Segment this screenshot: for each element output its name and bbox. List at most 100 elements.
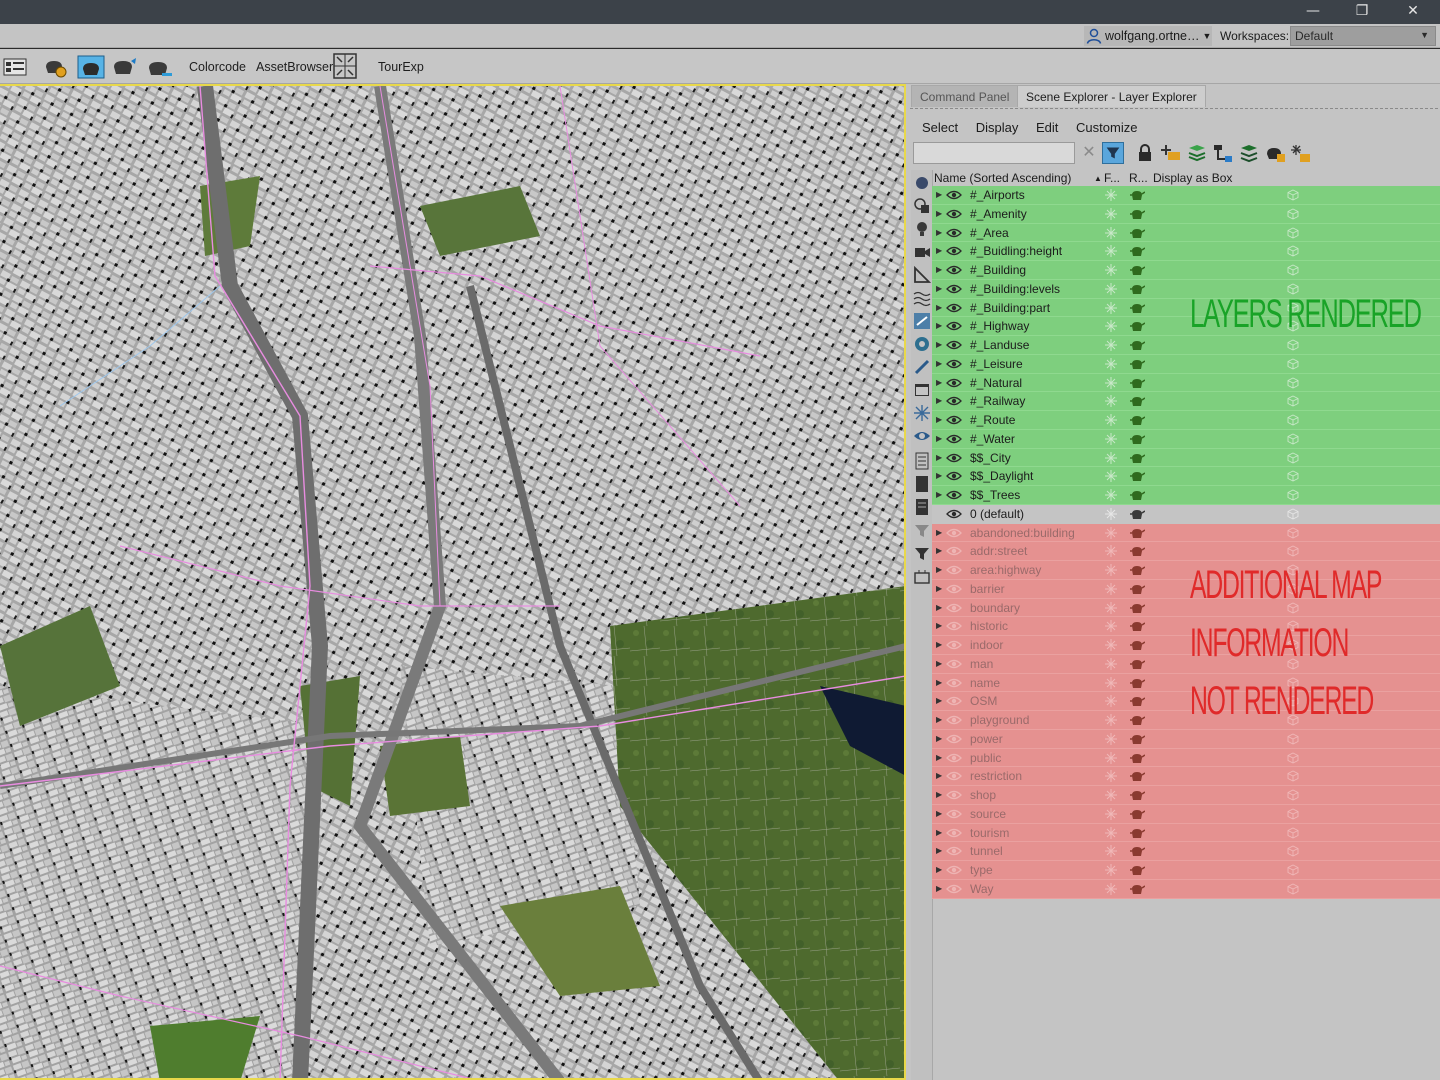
freeze-snowflake-icon[interactable]	[1105, 357, 1117, 370]
renderable-teapot-icon[interactable]	[1129, 789, 1145, 801]
render-production-icon[interactable]	[111, 53, 139, 81]
renderable-teapot-icon[interactable]	[1129, 433, 1145, 445]
column-name[interactable]: Name (Sorted Ascending)	[934, 171, 1071, 185]
grid-arrows-icon[interactable]	[333, 53, 357, 79]
visibility-eye-icon[interactable]	[946, 883, 962, 895]
layer-row[interactable]: ▶ #_Water	[932, 429, 1440, 449]
menu-display[interactable]: Display	[976, 120, 1019, 135]
freeze-snowflake-icon[interactable]	[1105, 226, 1117, 239]
freeze-snowflake-icon[interactable]	[1105, 526, 1117, 539]
expand-arrow-icon[interactable]: ▶	[936, 584, 942, 593]
freeze-snowflake-icon[interactable]	[1105, 620, 1117, 633]
expand-arrow-icon[interactable]: ▶	[936, 809, 942, 818]
display-box-icon[interactable]	[1287, 433, 1299, 445]
expand-arrow-icon[interactable]: ▶	[936, 659, 942, 668]
layer-manager-icon[interactable]	[2, 53, 30, 81]
freeze-snowflake-icon[interactable]	[1105, 826, 1117, 839]
expand-arrow-icon[interactable]: ▶	[936, 303, 942, 312]
visibility-eye-icon[interactable]	[946, 227, 962, 239]
containers-filter-icon[interactable]	[913, 381, 931, 399]
expand-arrow-icon[interactable]: ▶	[936, 453, 942, 462]
layer-row[interactable]: ▶ restriction	[932, 767, 1440, 786]
renderable-teapot-icon[interactable]	[1129, 302, 1145, 314]
layer-row[interactable]: ▶ source	[932, 804, 1440, 824]
lock-icon[interactable]	[1134, 142, 1156, 164]
display-box-icon[interactable]	[1287, 245, 1299, 257]
renderable-teapot-icon[interactable]	[1129, 733, 1145, 745]
visibility-eye-icon[interactable]	[946, 470, 962, 482]
display-box-icon[interactable]	[1287, 883, 1299, 895]
frozen-filter-icon[interactable]	[913, 404, 931, 422]
visibility-eye-icon[interactable]	[946, 452, 962, 464]
freeze-snowflake-icon[interactable]	[1105, 882, 1117, 895]
expand-arrow-icon[interactable]: ▶	[936, 546, 942, 555]
expand-arrow-icon[interactable]: ▶	[936, 228, 942, 237]
renderable-teapot-icon[interactable]	[1129, 677, 1145, 689]
visibility-eye-icon[interactable]	[946, 564, 962, 576]
display-box-icon[interactable]	[1287, 358, 1299, 370]
renderable-teapot-icon[interactable]	[1129, 752, 1145, 764]
layer-row[interactable]: ▶ #_Landuse	[932, 336, 1440, 355]
freeze-snowflake-icon[interactable]	[1105, 432, 1117, 445]
renderable-teapot-icon[interactable]	[1129, 508, 1145, 520]
expand-arrow-icon[interactable]: ▶	[936, 415, 942, 424]
renderable-teapot-icon[interactable]	[1129, 189, 1145, 201]
layer-row[interactable]: ▶ power	[932, 729, 1440, 749]
freeze-snowflake-icon[interactable]	[1105, 320, 1117, 333]
freeze-snowflake-icon[interactable]	[1105, 507, 1117, 520]
expand-arrow-icon[interactable]: ▶	[936, 790, 942, 799]
display-box-icon[interactable]	[1287, 826, 1299, 839]
display-box-icon[interactable]	[1287, 508, 1299, 520]
display-box-icon[interactable]	[1287, 264, 1299, 276]
funnel-icon[interactable]	[913, 545, 931, 563]
layer-row[interactable]: ▶ #_Buidling:height	[932, 242, 1440, 261]
renderable-teapot-icon[interactable]	[1129, 358, 1145, 370]
display-box-icon[interactable]	[1287, 864, 1299, 876]
renderable-teapot-icon[interactable]	[1129, 245, 1145, 257]
expand-arrow-icon[interactable]: ▶	[936, 209, 942, 218]
freeze-snowflake-icon[interactable]	[1105, 282, 1117, 295]
display-box-icon[interactable]	[1287, 845, 1299, 857]
visibility-eye-icon[interactable]	[946, 358, 962, 370]
expand-arrow-icon[interactable]: ▶	[936, 846, 942, 855]
layer-row[interactable]: 0 (default)	[932, 504, 1440, 524]
layer-row[interactable]: ▶ man	[932, 654, 1440, 674]
visibility-eye-icon[interactable]	[946, 545, 962, 557]
renderable-teapot-icon[interactable]	[1129, 695, 1145, 707]
expand-arrow-icon[interactable]: ▶	[936, 284, 942, 293]
freeze-snowflake-icon[interactable]	[1105, 657, 1117, 670]
visibility-eye-icon[interactable]	[946, 620, 962, 632]
visibility-eye-icon[interactable]	[946, 752, 962, 764]
renderable-teapot-icon[interactable]	[1129, 377, 1145, 389]
renderable-teapot-icon[interactable]	[1129, 320, 1145, 332]
list-filter-icon[interactable]	[913, 452, 931, 470]
renderable-teapot-icon[interactable]	[1129, 864, 1145, 876]
visibility-eye-icon[interactable]	[946, 808, 962, 820]
freeze-snowflake-icon[interactable]	[1105, 845, 1117, 858]
layer-row[interactable]: ▶ addr:street	[932, 542, 1440, 561]
expand-arrow-icon[interactable]: ▶	[936, 528, 942, 537]
renderable-teapot-icon[interactable]	[1129, 602, 1145, 614]
freeze-snowflake-icon[interactable]	[1105, 639, 1117, 651]
renderable-teapot-icon[interactable]	[1129, 639, 1145, 651]
layer-row[interactable]: ▶ $$_Daylight	[932, 467, 1440, 486]
freeze-snowflake-icon[interactable]	[1105, 376, 1117, 389]
display-none-icon[interactable]	[913, 498, 931, 516]
visibility-eye-icon[interactable]	[946, 189, 962, 201]
layer-row[interactable]: ▶ shop	[932, 786, 1440, 805]
layer-row[interactable]: ▶ indoor	[932, 636, 1440, 655]
shapes-filter-icon[interactable]	[913, 197, 931, 215]
freeze-snowflake-icon[interactable]	[1105, 207, 1117, 220]
render-setup-icon[interactable]	[42, 53, 70, 81]
visibility-eye-icon[interactable]	[946, 845, 962, 857]
display-box-icon[interactable]	[1287, 751, 1299, 764]
display-box-icon[interactable]	[1287, 733, 1299, 745]
visibility-eye-icon[interactable]	[946, 414, 962, 426]
geometry-filter-icon[interactable]	[913, 174, 931, 192]
visibility-eye-icon[interactable]	[946, 208, 962, 220]
expand-arrow-icon[interactable]: ▶	[936, 715, 942, 724]
workspace-select[interactable]: Default ▼	[1290, 26, 1436, 46]
clear-search-icon[interactable]: ✕	[1080, 142, 1098, 164]
renderable-teapot-icon[interactable]	[1129, 827, 1145, 839]
freeze-snowflake-icon[interactable]	[1105, 395, 1117, 408]
